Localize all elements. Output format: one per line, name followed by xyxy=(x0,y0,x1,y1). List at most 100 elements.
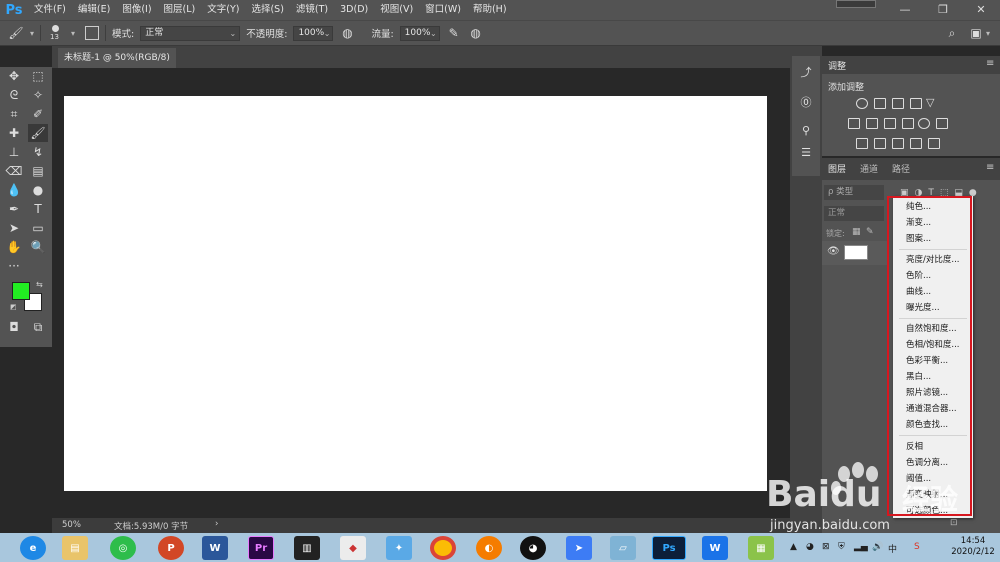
menu-select[interactable]: 选择(S) xyxy=(245,0,289,20)
menu-filter[interactable]: 滤镜(T) xyxy=(290,0,334,20)
history-brush-tool-icon[interactable]: ↯ xyxy=(28,143,48,161)
curves-icon[interactable] xyxy=(892,98,904,109)
layer-filter-select[interactable]: ρ 类型 xyxy=(824,185,884,200)
brush-tool-icon[interactable]: 🖌 xyxy=(8,26,24,40)
pen-tool-icon[interactable]: ✒ xyxy=(4,200,24,218)
mode-select[interactable]: 正常 ⌄ xyxy=(140,25,241,41)
flow-input[interactable]: 100% ⌄ xyxy=(399,25,440,41)
swap-colors-icon[interactable]: ⇆ xyxy=(36,280,43,289)
foreground-color-swatch[interactable] xyxy=(12,282,30,300)
lasso-tool-icon[interactable]: ᘓ xyxy=(4,86,24,104)
brush-tool-icon[interactable]: 🖌 xyxy=(28,124,48,142)
antivirus-tray-icon[interactable]: ⛨ xyxy=(838,542,845,552)
invert-icon[interactable] xyxy=(856,138,868,149)
type-tool-icon[interactable]: T xyxy=(28,200,48,218)
menu-type[interactable]: 文字(Y) xyxy=(201,0,245,20)
screen-mode-icon[interactable]: ⧉ xyxy=(28,318,48,336)
marquee-tool-icon[interactable]: ⬚ xyxy=(28,67,48,85)
color-lookup-icon[interactable] xyxy=(936,118,948,129)
qq-taskbar-icon[interactable]: ◕ xyxy=(520,536,546,560)
wechat-taskbar-icon[interactable]: ◎ xyxy=(110,536,136,560)
selective-color-icon[interactable] xyxy=(928,138,940,149)
tab-paths[interactable]: 路径 xyxy=(892,162,910,175)
blur-tool-icon[interactable]: 💧 xyxy=(4,181,24,199)
exposure-icon[interactable] xyxy=(910,98,922,109)
chevron-down-icon[interactable]: ▾ xyxy=(30,29,34,38)
clone-stamp-tool-icon[interactable]: ⊥ xyxy=(4,143,24,161)
file-explorer-taskbar-icon[interactable]: ▤ xyxy=(62,536,88,560)
menu-edit[interactable]: 编辑(E) xyxy=(72,0,116,20)
channel-mixer-icon[interactable] xyxy=(918,118,930,129)
powerpoint-taskbar-icon[interactable]: P xyxy=(158,536,184,560)
info-icon[interactable]: ⓪ xyxy=(798,94,814,110)
hue-saturation-icon[interactable] xyxy=(848,118,860,129)
minimize-button[interactable]: — xyxy=(886,0,924,20)
close-button[interactable]: ✕ xyxy=(962,0,1000,20)
canvas[interactable] xyxy=(64,96,767,491)
document-tab[interactable]: 未标题-1 @ 50%(RGB/8) × xyxy=(58,48,176,83)
panel-menu-icon[interactable]: ≡ xyxy=(986,162,994,173)
vibrance-icon[interactable]: ▽ xyxy=(926,96,934,109)
gradient-map-icon[interactable] xyxy=(910,138,922,149)
lock-pixels-icon[interactable]: ✎ xyxy=(866,227,874,237)
chevron-down-icon[interactable]: ▾ xyxy=(986,29,990,38)
properties-icon[interactable]: ☰ xyxy=(798,146,814,162)
winrar-taskbar-icon[interactable]: ◆ xyxy=(340,536,366,560)
app-taskbar-icon[interactable]: ✦ xyxy=(386,536,412,560)
workspace-icon[interactable]: ▣ xyxy=(968,26,984,40)
feishu-taskbar-icon[interactable]: ➤ xyxy=(566,536,592,560)
pressure-opacity-icon[interactable]: ◍ xyxy=(339,26,355,40)
brush-preset-picker[interactable]: 13 xyxy=(47,23,65,43)
volume-icon[interactable]: 🔊 xyxy=(872,542,883,552)
quick-select-tool-icon[interactable]: ✧ xyxy=(28,86,48,104)
photoshop-taskbar-icon[interactable]: Ps xyxy=(652,536,686,560)
qq-tray-icon[interactable]: ◕ xyxy=(806,542,814,552)
menu-image[interactable]: 图像(I) xyxy=(116,0,157,20)
pressure-size-icon[interactable]: ◍ xyxy=(468,26,484,40)
notes-taskbar-icon[interactable]: ▱ xyxy=(610,536,636,560)
quick-mask-icon[interactable]: ◘ xyxy=(4,318,24,336)
notepad-taskbar-icon[interactable]: ▦ xyxy=(748,536,774,560)
panel-menu-icon[interactable]: ≡ xyxy=(986,58,994,69)
menu-window[interactable]: 窗口(W) xyxy=(419,0,467,20)
brush-presets-icon[interactable]: ⚲ xyxy=(798,124,814,140)
eyedropper-tool-icon[interactable]: ✐ xyxy=(28,105,48,123)
hand-tool-icon[interactable]: ✋ xyxy=(4,238,24,256)
dodge-tool-icon[interactable]: ● xyxy=(28,181,48,199)
brightness-icon[interactable] xyxy=(856,98,868,109)
wps-taskbar-icon[interactable]: W xyxy=(702,536,728,560)
zoom-tool-icon[interactable]: 🔍 xyxy=(28,238,48,256)
levels-icon[interactable] xyxy=(874,98,886,109)
more-tools-icon[interactable]: ··· xyxy=(4,257,24,275)
browser-taskbar-icon[interactable]: e xyxy=(20,536,46,560)
airbrush-icon[interactable]: ✎ xyxy=(446,26,462,40)
sogou-icon[interactable]: S xyxy=(914,542,920,552)
ime-indicator[interactable]: 中 xyxy=(888,542,897,555)
lock-transparent-icon[interactable]: ▦ xyxy=(852,227,861,237)
tab-layers[interactable]: 图层 xyxy=(828,162,846,175)
move-tool-icon[interactable]: ✥ xyxy=(4,67,24,85)
blend-mode-select[interactable]: 正常 xyxy=(824,206,884,221)
video-editor-taskbar-icon[interactable]: ▥ xyxy=(294,536,320,560)
zoom-level[interactable]: 50% xyxy=(62,520,81,530)
premiere-taskbar-icon[interactable]: Pr xyxy=(248,536,274,560)
network-blocked-icon[interactable]: ⊠ xyxy=(822,542,830,552)
photo-filter-icon[interactable] xyxy=(902,118,914,129)
menu-3d[interactable]: 3D(D) xyxy=(334,0,374,20)
new-layer-icon[interactable]: ⊡ xyxy=(950,518,958,528)
healing-brush-tool-icon[interactable]: ✚ xyxy=(4,124,24,142)
opacity-input[interactable]: 100% ⌄ xyxy=(293,25,334,41)
menu-view[interactable]: 视图(V) xyxy=(374,0,419,20)
layer-row[interactable]: 👁 xyxy=(822,241,888,265)
signal-icon[interactable]: ▂▄ xyxy=(854,542,868,552)
status-menu-arrow[interactable]: › xyxy=(215,519,218,529)
chrome-taskbar-icon[interactable] xyxy=(430,536,456,560)
posterize-icon[interactable] xyxy=(874,138,886,149)
tab-channels[interactable]: 通道 xyxy=(860,162,878,175)
visibility-eye-icon[interactable]: 👁 xyxy=(827,246,840,257)
path-select-tool-icon[interactable]: ➤ xyxy=(4,219,24,237)
search-icon[interactable]: ⌕ xyxy=(944,26,960,41)
rectangle-tool-icon[interactable]: ▭ xyxy=(28,219,48,237)
black-white-icon[interactable] xyxy=(884,118,896,129)
gradient-tool-icon[interactable]: ▤ xyxy=(28,162,48,180)
